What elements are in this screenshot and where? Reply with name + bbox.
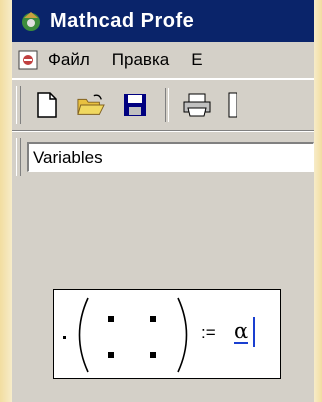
print-icon bbox=[183, 93, 211, 117]
toolbar-separator bbox=[165, 88, 169, 122]
assignment-operator: := bbox=[201, 323, 216, 342]
placeholder-2 bbox=[150, 316, 156, 322]
standard-toolbar bbox=[12, 79, 314, 131]
new-document-icon bbox=[37, 92, 57, 118]
leading-dot bbox=[63, 336, 66, 339]
mathcad-window: Mathcad Profe Файл Правка E Variables:=… bbox=[12, 0, 314, 402]
menu-file[interactable]: Файл bbox=[48, 50, 90, 70]
math-region[interactable]: := α bbox=[53, 289, 281, 379]
left-paren bbox=[78, 297, 89, 373]
formatbar-grip[interactable] bbox=[16, 138, 21, 176]
placeholder-3 bbox=[108, 352, 114, 358]
mathcad-app-icon[interactable] bbox=[20, 10, 42, 32]
partial-icon bbox=[228, 92, 237, 118]
save-icon bbox=[124, 94, 146, 116]
new-document-button[interactable] bbox=[33, 91, 61, 119]
save-button[interactable] bbox=[121, 91, 149, 119]
print-button[interactable] bbox=[183, 91, 211, 119]
right-paren bbox=[177, 297, 188, 373]
menu-bar: Файл Правка E bbox=[12, 42, 314, 79]
open-folder-icon bbox=[77, 94, 105, 115]
edit-cursor bbox=[253, 317, 255, 347]
background-left bbox=[0, 0, 12, 402]
print-preview-button[interactable] bbox=[227, 91, 237, 119]
background-right bbox=[314, 0, 322, 402]
window-title: Mathcad Profe bbox=[50, 9, 195, 32]
style-value: Variables bbox=[32, 147, 103, 167]
menu-edit[interactable]: Правка bbox=[112, 50, 169, 70]
placeholder-1 bbox=[108, 316, 114, 322]
title-bar[interactable]: Mathcad Profe bbox=[12, 0, 314, 42]
document-icon[interactable] bbox=[18, 50, 38, 70]
style-select[interactable]: Variables bbox=[26, 142, 314, 172]
formatting-toolbar: Variables bbox=[12, 131, 314, 183]
placeholder-4 bbox=[150, 352, 156, 358]
toolbar-grip[interactable] bbox=[16, 86, 21, 124]
worksheet-area[interactable]: := α bbox=[12, 182, 314, 402]
menu-view[interactable]: E bbox=[191, 50, 202, 70]
alpha-value[interactable]: α bbox=[234, 320, 249, 344]
open-button[interactable] bbox=[77, 91, 105, 119]
